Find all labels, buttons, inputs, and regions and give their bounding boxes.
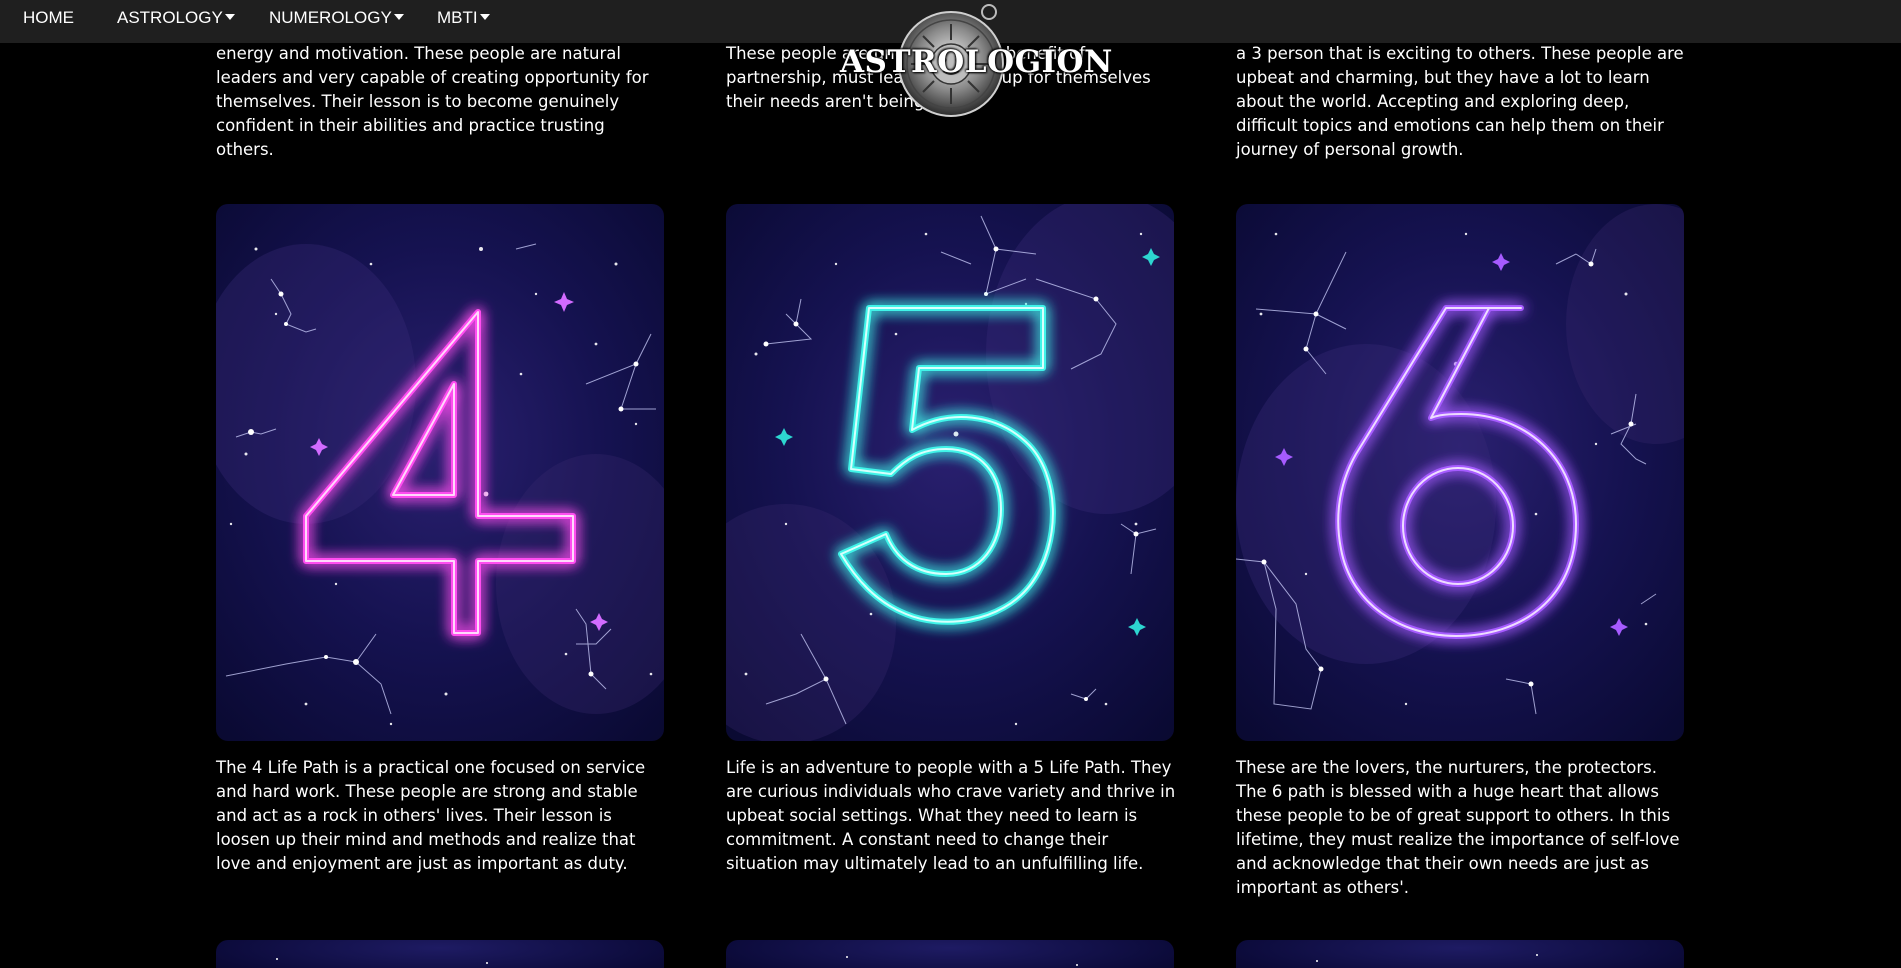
nav-astrology-label: ASTROLOGY [117, 8, 223, 27]
life-path-3-text: a 3 person that is exciting to others. T… [1236, 44, 1684, 159]
life-path-7-card [216, 940, 664, 968]
caret-down-icon [393, 13, 404, 20]
life-path-5-description: Life is an adventure to people with a 5 … [726, 758, 1176, 873]
life-path-5-card [726, 204, 1174, 741]
life-path-4-card [216, 204, 664, 741]
nav-mbti-dropdown[interactable]: MBTI [437, 0, 490, 36]
logo-text: ASTROLOGION [840, 44, 1113, 80]
caret-down-icon [479, 13, 490, 20]
site-logo[interactable]: ASTROLOGION [840, 0, 1113, 125]
life-path-1-text: energy and motivation. These people are … [216, 44, 649, 159]
neon-number-5-image [726, 204, 1174, 741]
nav-home-link[interactable]: HOME [23, 0, 74, 36]
life-path-4-description: The 4 Life Path is a practical one focus… [216, 758, 646, 873]
nav-astrology-dropdown[interactable]: ASTROLOGY [117, 0, 235, 36]
neon-number-4-image [216, 204, 664, 741]
nav-numerology-label: NUMEROLOGY [269, 8, 392, 27]
life-path-6-card [1236, 204, 1684, 741]
life-path-9-card [1236, 940, 1684, 968]
neon-number-6-image [1236, 204, 1684, 741]
nav-mbti-label: MBTI [437, 8, 478, 27]
nav-numerology-dropdown[interactable]: NUMEROLOGY [269, 0, 404, 36]
life-path-6-description: These are the lovers, the nurturers, the… [1236, 758, 1680, 897]
caret-down-icon [224, 13, 235, 20]
life-path-8-card [726, 940, 1174, 968]
